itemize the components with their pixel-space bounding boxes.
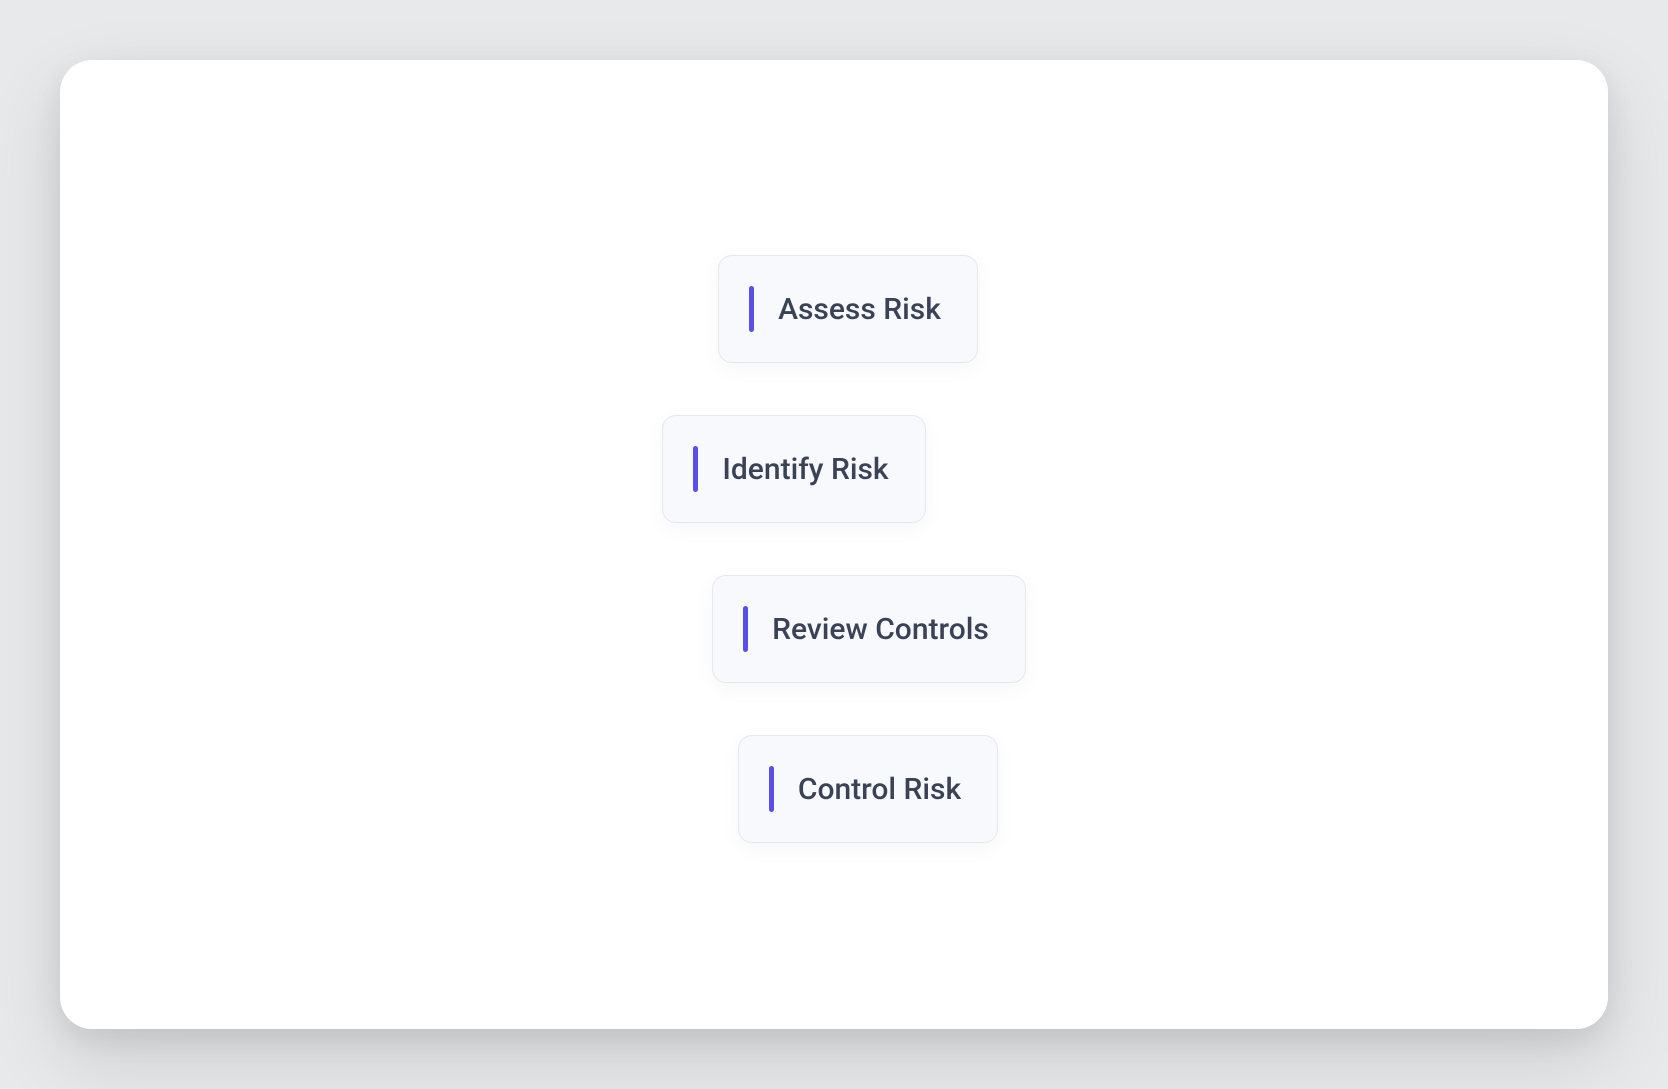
accent-bar-icon [743, 606, 748, 652]
accent-bar-icon [693, 446, 698, 492]
step-review-controls[interactable]: Review Controls [712, 575, 1026, 683]
steps-list: Assess Risk Identify Risk Review Control… [60, 255, 1608, 843]
step-label: Assess Risk [778, 292, 941, 327]
step-label: Control Risk [798, 772, 961, 807]
accent-bar-icon [769, 766, 774, 812]
step-control-risk[interactable]: Control Risk [738, 735, 998, 843]
step-label: Review Controls [772, 612, 989, 647]
step-label: Identify Risk [722, 452, 888, 487]
step-assess-risk[interactable]: Assess Risk [718, 255, 978, 363]
step-identify-risk[interactable]: Identify Risk [662, 415, 925, 523]
diagram-card: Assess Risk Identify Risk Review Control… [60, 60, 1608, 1029]
accent-bar-icon [749, 286, 754, 332]
